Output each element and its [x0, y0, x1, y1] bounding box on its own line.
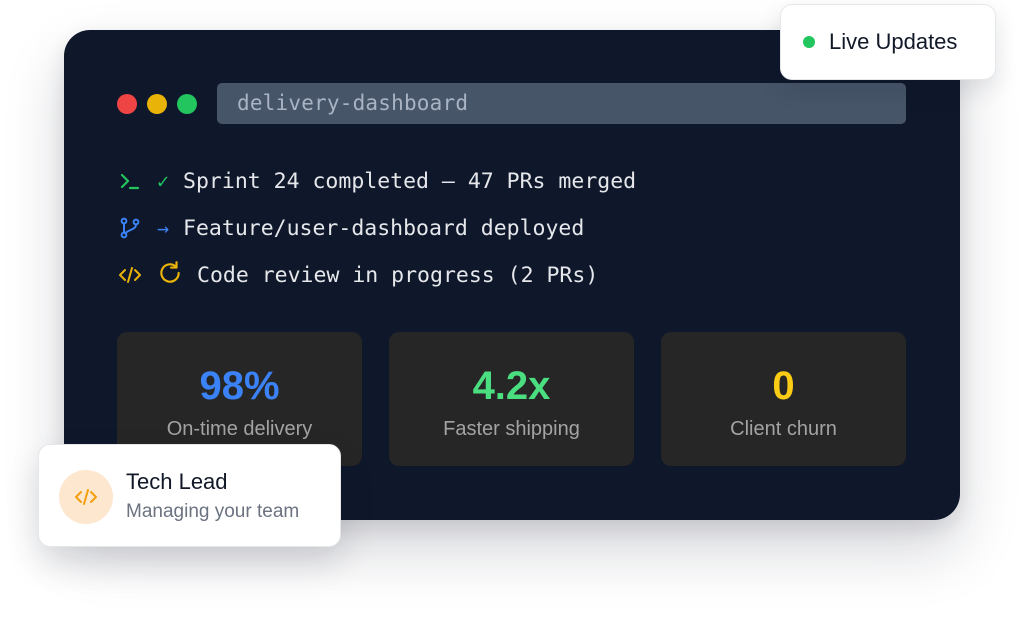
stat-label: Client churn	[730, 418, 837, 440]
avatar	[59, 470, 113, 524]
refresh-icon	[157, 260, 183, 291]
minimize-window-dot[interactable]	[147, 94, 167, 114]
stat-value: 0	[772, 364, 795, 408]
log-text: Sprint 24 completed – 47 PRs merged	[183, 168, 637, 194]
code-icon	[117, 262, 143, 288]
log-text: Code review in progress (2 PRs)	[197, 262, 599, 288]
check-icon: ✓	[157, 169, 170, 193]
terminal-prompt-icon	[117, 168, 143, 194]
log-line-deploy: → Feature/user-dashboard deployed	[117, 213, 584, 243]
stat-value: 4.2x	[472, 364, 551, 408]
hero-illustration: delivery-dashboard ✓ Sprint 24 completed…	[0, 0, 1024, 627]
live-updates-badge: Live Updates	[780, 4, 996, 80]
close-window-dot[interactable]	[117, 94, 137, 114]
arrow-right-icon: →	[157, 216, 170, 240]
log-line-sprint: ✓ Sprint 24 completed – 47 PRs merged	[117, 166, 636, 196]
live-updates-label: Live Updates	[829, 29, 958, 54]
window-title-bar: delivery-dashboard	[217, 83, 906, 124]
lead-subtitle: Managing your team	[126, 501, 300, 522]
window-controls	[117, 94, 197, 114]
git-branch-icon	[117, 215, 143, 241]
log-line-review: Code review in progress (2 PRs)	[117, 260, 598, 290]
live-status-dot	[803, 36, 815, 48]
stat-label: Faster shipping	[443, 418, 580, 440]
lead-title: Tech Lead	[126, 469, 228, 494]
maximize-window-dot[interactable]	[177, 94, 197, 114]
tech-lead-card: Tech Lead Managing your team	[38, 444, 341, 547]
stat-label: On-time delivery	[166, 418, 313, 440]
log-text: Feature/user-dashboard deployed	[183, 215, 585, 241]
stat-card-shipping: 4.2x Faster shipping	[389, 332, 634, 466]
stat-card-churn: 0 Client churn	[661, 332, 906, 466]
stat-value: 98%	[199, 364, 280, 408]
code-icon	[75, 489, 97, 505]
